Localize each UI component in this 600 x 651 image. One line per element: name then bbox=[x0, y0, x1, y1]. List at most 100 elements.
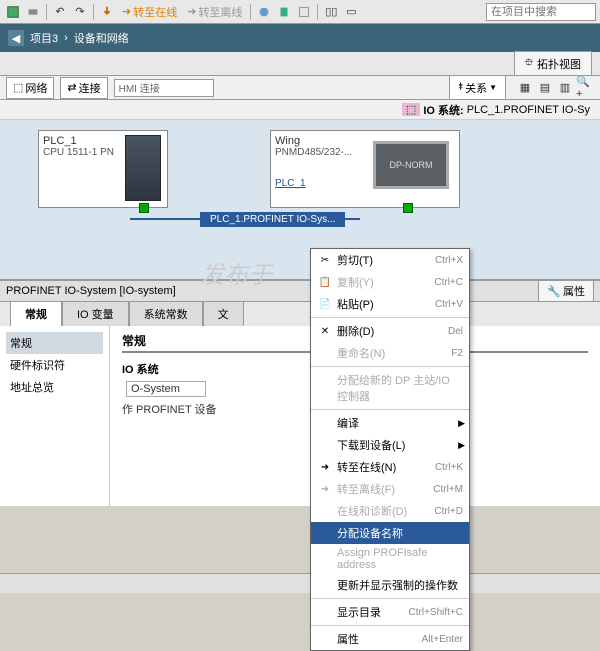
nav-general[interactable]: 常规 bbox=[6, 332, 103, 354]
menu-icon: ✂ bbox=[317, 255, 333, 266]
menu-label: 分配设备名称 bbox=[337, 525, 463, 541]
network-canvas[interactable]: PLC_1 CPU 1511-1 PN Wing PNMD485/232-...… bbox=[0, 120, 600, 280]
properties-nav: 常规 硬件标识符 地址总览 bbox=[0, 326, 110, 506]
hmi-select[interactable]: HMI 连接 bbox=[114, 79, 214, 97]
submenu-arrow-icon: ▶ bbox=[458, 440, 465, 451]
properties-title: PROFINET IO-System [IO-system] bbox=[6, 285, 176, 297]
breadcrumb-project[interactable]: 项目3 bbox=[30, 30, 58, 46]
menu-item[interactable]: ✂ 剪切(T)Ctrl+X bbox=[311, 249, 469, 271]
redo-icon[interactable]: ↷ bbox=[71, 3, 89, 21]
menu-shortcut: Ctrl+K bbox=[435, 462, 463, 473]
nav-hw-id[interactable]: 硬件标识符 bbox=[6, 354, 103, 376]
print-icon[interactable] bbox=[24, 3, 42, 21]
menu-separator bbox=[311, 625, 469, 626]
tool-icon-1[interactable] bbox=[255, 3, 273, 21]
submenu-arrow-icon: ▶ bbox=[458, 418, 465, 429]
menu-item[interactable]: ✕删除(D)Del bbox=[311, 320, 469, 342]
menu-label: 在线和诊断(D) bbox=[337, 503, 434, 519]
menu-shortcut: Ctrl+Shift+C bbox=[409, 607, 463, 618]
menu-separator bbox=[311, 317, 469, 318]
menu-item[interactable]: 编译▶ bbox=[311, 412, 469, 434]
menu-label: 下载到设备(L) bbox=[337, 437, 463, 453]
wing-port[interactable] bbox=[403, 203, 413, 213]
layout-icon-1[interactable]: ▯▯ bbox=[322, 3, 340, 21]
tab-general[interactable]: 常规 bbox=[10, 301, 62, 326]
io-system-value: PLC_1.PROFINET IO-Sy bbox=[467, 104, 590, 116]
io-system-prefix: IO 系统: bbox=[423, 102, 463, 118]
go-offline-label: 转至离线 bbox=[198, 4, 242, 20]
menu-label: 重命名(N) bbox=[337, 345, 451, 361]
menu-icon: 📋 bbox=[317, 277, 333, 288]
layout-icon-2[interactable]: ▭ bbox=[342, 3, 360, 21]
relations-button[interactable]: ⯒关系▼ bbox=[449, 75, 506, 100]
menu-label: 显示目录 bbox=[337, 604, 409, 620]
tool-icon-2[interactable] bbox=[275, 3, 293, 21]
menu-shortcut: Ctrl+D bbox=[434, 506, 463, 517]
menu-separator bbox=[311, 366, 469, 367]
menu-item[interactable]: ➜ 转至在线(N)Ctrl+K bbox=[311, 456, 469, 478]
menu-shortcut: Ctrl+V bbox=[435, 299, 463, 310]
properties-header: PROFINET IO-System [IO-system] 🔧属性 bbox=[0, 280, 600, 302]
go-online-label: 转至在线 bbox=[133, 4, 177, 20]
menu-item[interactable]: 📄粘贴(P)Ctrl+V bbox=[311, 293, 469, 315]
view-icon-1[interactable]: ▦ bbox=[516, 79, 534, 97]
go-online-button[interactable]: ➜ 转至在线 bbox=[118, 4, 181, 20]
menu-shortcut: Ctrl+C bbox=[434, 277, 463, 288]
device-plc[interactable]: PLC_1 CPU 1511-1 PN bbox=[38, 130, 168, 208]
connect-button[interactable]: ⇄连接 bbox=[60, 77, 107, 99]
download-icon[interactable] bbox=[98, 3, 116, 21]
menu-label: 属性 bbox=[337, 631, 422, 647]
properties-body: 常规 硬件标识符 地址总览 常规 IO 系统 O-System 作 PROFIN… bbox=[0, 326, 600, 506]
zoom-in-icon[interactable]: 🔍+ bbox=[576, 79, 594, 97]
menu-shortcut: Del bbox=[448, 326, 463, 337]
tab-sys-const[interactable]: 系统常数 bbox=[129, 301, 203, 326]
view-icon-3[interactable]: ▥ bbox=[556, 79, 574, 97]
menu-label: 分配给新的 DP 主站/IO 控制器 bbox=[337, 372, 463, 404]
menu-item[interactable]: 显示目录Ctrl+Shift+C bbox=[311, 601, 469, 623]
menu-item: 重命名(N)F2 bbox=[311, 342, 469, 364]
topology-label: 拓扑视图 bbox=[537, 56, 581, 72]
search-input[interactable] bbox=[486, 3, 596, 21]
go-offline-button: ➜ 转至离线 bbox=[183, 4, 246, 20]
tool-icon-3[interactable] bbox=[295, 3, 313, 21]
breadcrumb-page[interactable]: 设备和网络 bbox=[74, 30, 129, 46]
menu-icon: ➜ bbox=[317, 462, 333, 473]
menu-item[interactable]: 属性Alt+Enter bbox=[311, 628, 469, 650]
menu-label: 剪切(T) bbox=[337, 252, 435, 268]
menu-label: 转至在线(N) bbox=[337, 459, 435, 475]
topology-view-button[interactable]: ⯐ 拓扑视图 bbox=[514, 51, 592, 76]
network-label[interactable]: PLC_1.PROFINET IO-Sys... bbox=[200, 212, 345, 227]
menu-shortcut: Ctrl+M bbox=[433, 484, 463, 495]
menu-icon: ✕ bbox=[317, 326, 333, 337]
plc-link[interactable]: PLC_1 bbox=[275, 178, 306, 189]
breadcrumb-back-icon[interactable]: ◀ bbox=[8, 30, 24, 46]
menu-item[interactable]: 下载到设备(L)▶ bbox=[311, 434, 469, 456]
go-online-icon: ➜ bbox=[122, 5, 131, 18]
tab-io-vars[interactable]: IO 变量 bbox=[62, 301, 129, 326]
menu-item: ➜转至离线(F)Ctrl+M bbox=[311, 478, 469, 500]
menu-item[interactable]: 分配设备名称 bbox=[311, 522, 469, 544]
nav-addr[interactable]: 地址总览 bbox=[6, 376, 103, 398]
menu-label: 复制(Y) bbox=[337, 274, 434, 290]
breadcrumb-sep: › bbox=[64, 32, 68, 44]
save-icon[interactable] bbox=[4, 3, 22, 21]
menu-label: 转至离线(F) bbox=[337, 481, 433, 497]
menu-label: 编译 bbox=[337, 415, 463, 431]
plc-body bbox=[125, 135, 161, 201]
view-icon-2[interactable]: ▤ bbox=[536, 79, 554, 97]
device-wing[interactable]: Wing PNMD485/232-... DP-NORM bbox=[270, 130, 460, 208]
view-bar: ⯐ 拓扑视图 bbox=[0, 52, 600, 76]
menu-separator bbox=[311, 409, 469, 410]
field-input-1[interactable]: O-System bbox=[126, 381, 206, 397]
io-system-label: ⬚ IO 系统: PLC_1.PROFINET IO-Sy bbox=[0, 100, 600, 120]
network-button[interactable]: ⬚网络 bbox=[6, 77, 54, 99]
undo-icon[interactable]: ↶ bbox=[51, 3, 69, 21]
menu-shortcut: Ctrl+X bbox=[435, 255, 463, 266]
tab-text[interactable]: 文 bbox=[203, 301, 244, 326]
menu-item: 分配给新的 DP 主站/IO 控制器 bbox=[311, 369, 469, 407]
properties-tab-button[interactable]: 🔧属性 bbox=[538, 280, 594, 302]
plc-port[interactable] bbox=[139, 203, 149, 213]
menu-item: Assign PROFIsafe address bbox=[311, 544, 469, 574]
main-toolbar: ↶ ↷ ➜ 转至在线 ➜ 转至离线 ▯▯ ▭ bbox=[0, 0, 600, 24]
field-label-2: 作 PROFINET 设备 bbox=[122, 404, 217, 416]
